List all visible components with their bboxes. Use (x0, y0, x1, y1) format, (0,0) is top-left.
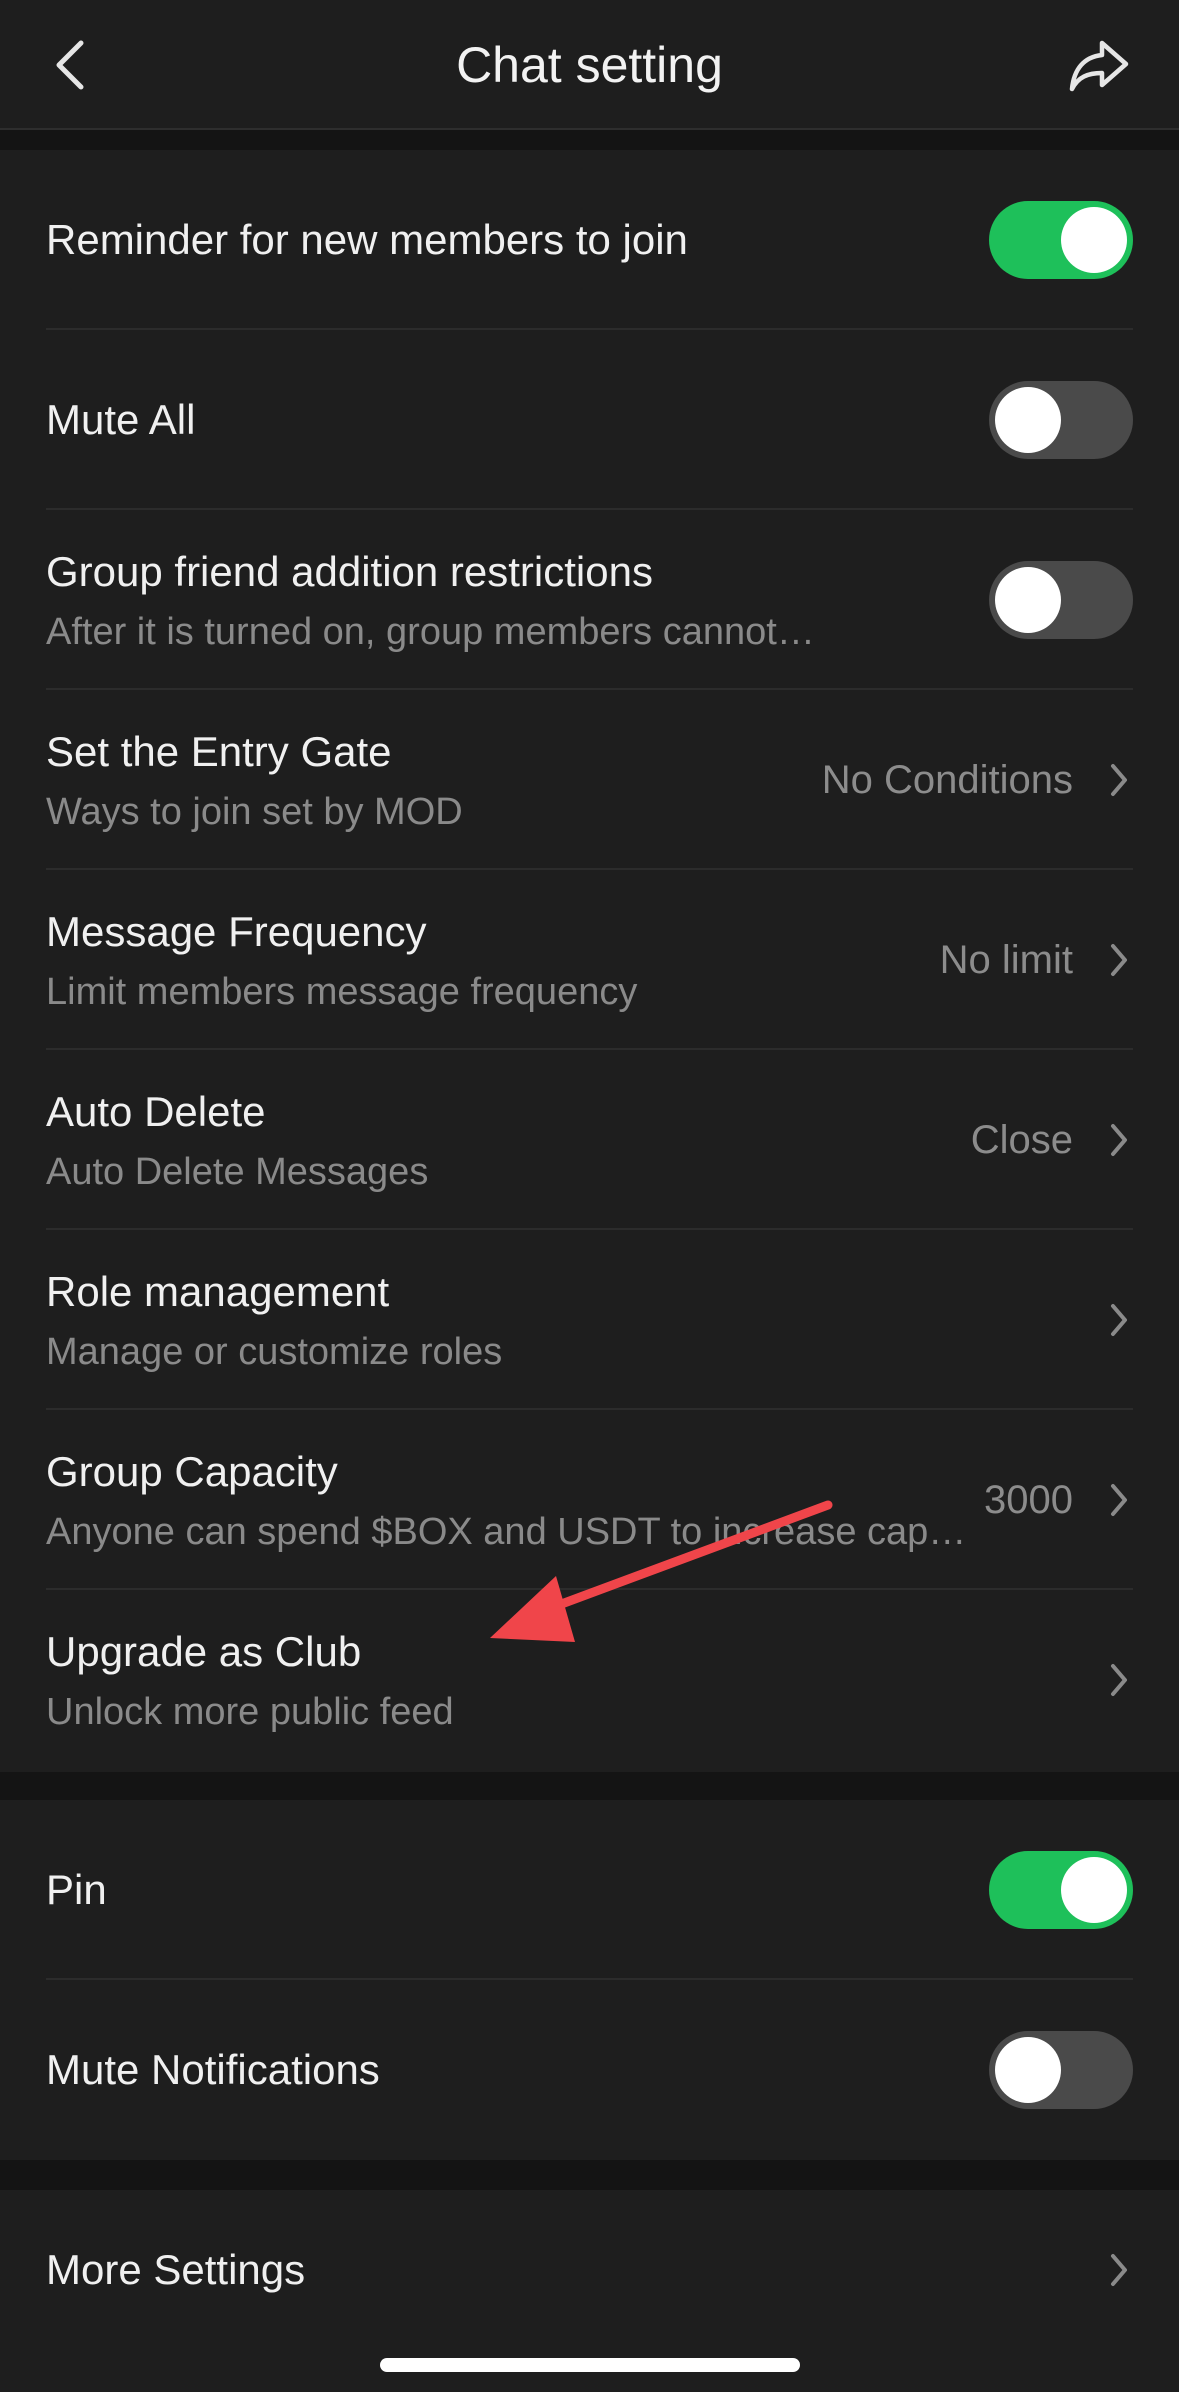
toggle-knob (1061, 207, 1127, 273)
role-management-description: Manage or customize roles (46, 1331, 503, 1373)
group-settings-section: Reminder for new members to join Mute Al… (0, 150, 1179, 1772)
reminder-new-members-label: Reminder for new members to join (46, 216, 688, 263)
message-frequency-row[interactable]: Message Frequency Limit members message … (0, 870, 1179, 1050)
pin-label: Pin (46, 1866, 107, 1913)
more-settings-row[interactable]: More Settings (0, 2190, 1179, 2370)
mute-all-label: Mute All (46, 396, 196, 443)
friend-restrictions-label: Group friend addition restrictions (46, 548, 653, 595)
group-capacity-value: 3000 (984, 1478, 1073, 1522)
page-title: Chat setting (456, 37, 723, 93)
chevron-right-icon (1111, 944, 1127, 976)
chevron-right-icon (1111, 764, 1127, 796)
more-settings-label: More Settings (46, 2246, 306, 2293)
chevron-right-icon (1111, 1124, 1127, 1156)
group-capacity-row[interactable]: Group Capacity Anyone can spend $BOX and… (0, 1410, 1179, 1590)
upgrade-club-label: Upgrade as Club (46, 1628, 362, 1675)
role-management-row[interactable]: Role management Manage or customize role… (0, 1230, 1179, 1410)
friend-restrictions-row: Group friend addition restrictions After… (0, 510, 1179, 690)
chevron-right-icon (1111, 1664, 1127, 1696)
mute-notifications-row: Mute Notifications (0, 1980, 1179, 2160)
message-frequency-label: Message Frequency (46, 908, 427, 955)
pin-toggle[interactable] (989, 1851, 1133, 1929)
reminder-new-members-toggle[interactable] (989, 201, 1133, 279)
friend-restrictions-toggle[interactable] (989, 561, 1133, 639)
group-capacity-label: Group Capacity (46, 1448, 338, 1495)
message-frequency-value: No limit (939, 938, 1073, 982)
home-indicator (380, 2358, 800, 2372)
entry-gate-row[interactable]: Set the Entry Gate Ways to join set by M… (0, 690, 1179, 870)
pin-row: Pin (0, 1800, 1179, 1980)
toggle-knob (995, 387, 1061, 453)
auto-delete-label: Auto Delete (46, 1088, 266, 1135)
auto-delete-row[interactable]: Auto Delete Auto Delete Messages Close (0, 1050, 1179, 1230)
mute-all-row: Mute All (0, 330, 1179, 510)
mute-notifications-label: Mute Notifications (46, 2046, 380, 2093)
chevron-right-icon (1111, 1484, 1127, 1516)
toggle-knob (1061, 1857, 1127, 1923)
upgrade-club-row[interactable]: Upgrade as Club Unlock more public feed (0, 1590, 1179, 1770)
group-capacity-description: Anyone can spend $BOX and USDT to increa… (46, 1511, 967, 1553)
entry-gate-label: Set the Entry Gate (46, 728, 392, 775)
mute-all-toggle[interactable] (989, 381, 1133, 459)
share-button[interactable] (1059, 28, 1139, 102)
auto-delete-value: Close (970, 1118, 1073, 1162)
friend-restrictions-description: After it is turned on, group members can… (46, 611, 815, 653)
reminder-new-members-row: Reminder for new members to join (0, 150, 1179, 330)
chevron-right-icon (1111, 1304, 1127, 1336)
role-management-label: Role management (46, 1268, 390, 1315)
mute-notifications-toggle[interactable] (989, 2031, 1133, 2109)
toggle-knob (995, 567, 1061, 633)
message-frequency-description: Limit members message frequency (46, 971, 638, 1013)
share-icon (1069, 40, 1129, 92)
entry-gate-description: Ways to join set by MOD (46, 791, 463, 833)
upgrade-club-description: Unlock more public feed (46, 1691, 454, 1733)
toggle-knob (995, 2037, 1061, 2103)
chat-settings-section: Pin Mute Notifications (0, 1800, 1179, 2160)
header-bar: Chat setting (0, 0, 1179, 130)
entry-gate-value: No Conditions (821, 758, 1073, 802)
chevron-right-icon (1111, 2254, 1127, 2286)
auto-delete-description: Auto Delete Messages (46, 1151, 429, 1193)
